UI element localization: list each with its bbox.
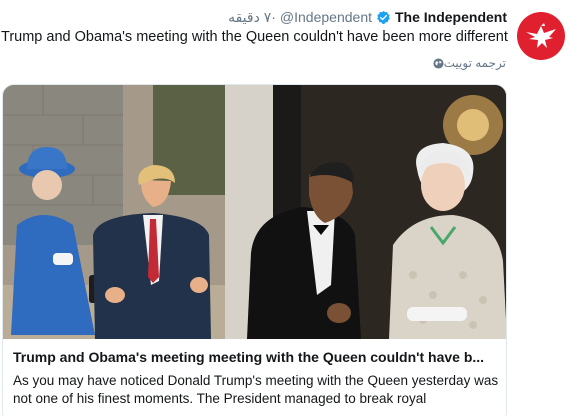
- tweet-header: The Independent @Independent · ۷ دقیقه: [228, 8, 507, 26]
- link-card[interactable]: Trump and Obama's meeting meeting with t…: [2, 84, 507, 416]
- card-title[interactable]: Trump and Obama's meeting meeting with t…: [13, 349, 501, 365]
- separator-dot: ·: [271, 9, 276, 25]
- handle[interactable]: @Independent: [280, 9, 372, 25]
- timestamp[interactable]: ۷ دقیقه: [228, 9, 271, 26]
- verified-badge-icon: [377, 10, 390, 24]
- tweet: The Independent @Independent · ۷ دقیقه T…: [0, 0, 578, 416]
- translate-label: ترجمه توییت: [443, 56, 506, 70]
- avatar[interactable]: [517, 12, 565, 60]
- translate-tweet-link[interactable]: ترجمه توییت: [428, 55, 506, 71]
- display-name[interactable]: The Independent: [395, 9, 507, 25]
- eagle-logo-icon: [526, 23, 556, 48]
- card-photo[interactable]: [3, 85, 507, 339]
- tweet-text: Trump and Obama's meeting with the Queen…: [1, 29, 508, 45]
- card-description: As you may have noticed Donald Trump's m…: [13, 373, 499, 406]
- globe-icon: [433, 57, 444, 69]
